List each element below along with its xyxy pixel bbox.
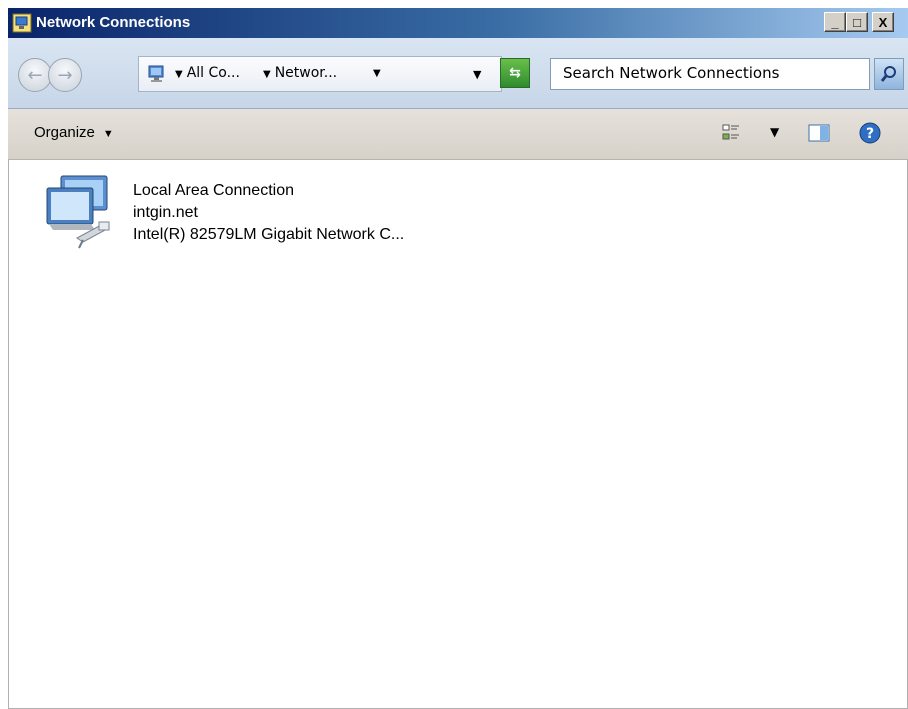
network-adapter-icon (46, 175, 110, 249)
views-dropdown-icon[interactable]: ▼ (770, 125, 779, 139)
preview-pane-icon[interactable] (808, 123, 830, 143)
forward-arrow-icon: → (57, 64, 73, 86)
command-bar: Organize ▼ ▼ ? (8, 109, 908, 160)
back-arrow-icon: ← (27, 64, 43, 86)
network-connections-icon (12, 13, 32, 33)
svg-text:?: ? (866, 126, 874, 142)
search-button[interactable] (874, 58, 904, 90)
forward-button[interactable]: → (48, 58, 82, 92)
chevron-down-icon: ▼ (175, 69, 183, 80)
item-adapter: Intel(R) 82579LM Gigabit Network C... (133, 226, 405, 243)
close-button[interactable]: X (872, 12, 894, 32)
breadcrumb-item-control-panel[interactable]: ▼ All Co... (175, 65, 240, 81)
window-title: Network Connections (36, 14, 191, 31)
refresh-button[interactable]: ⇆ (500, 58, 530, 88)
list-item[interactable]: Local Area Connection intgin.net Intel(R… (43, 174, 603, 264)
item-network: intgin.net (133, 204, 198, 221)
address-bar: ← → ▼ All Co... ▼ Networ... ▼ ▼ ⇆ Search… (8, 38, 908, 109)
item-name: Local Area Connection (133, 182, 294, 199)
views-icon[interactable] (722, 123, 740, 143)
breadcrumb-label: All Co... (186, 65, 240, 81)
maximize-button[interactable]: □ (846, 12, 868, 32)
breadcrumb[interactable]: ▼ All Co... ▼ Networ... ▼ ▼ (138, 56, 502, 92)
address-history-dropdown-icon[interactable]: ▼ (473, 68, 481, 81)
back-button[interactable]: ← (18, 58, 52, 92)
breadcrumb-item-network[interactable]: ▼ Networ... (263, 65, 337, 81)
chevron-down-icon: ▼ (102, 128, 114, 140)
search-placeholder: Search Network Connections (563, 64, 780, 82)
organize-button[interactable]: Organize ▼ (34, 124, 114, 141)
chevron-down-icon[interactable]: ▼ (373, 68, 381, 79)
file-list: Local Area Connection intgin.net Intel(R… (8, 160, 908, 709)
explorer-window: Network Connections _ □ X ← → ▼ All Co...… (8, 8, 908, 709)
search-icon (880, 66, 896, 82)
network-folder-icon (148, 65, 164, 82)
breadcrumb-label: Networ... (274, 65, 338, 81)
title-bar: Network Connections _ □ X (8, 8, 908, 38)
search-input[interactable]: Search Network Connections (550, 58, 870, 90)
organize-label: Organize (34, 124, 95, 141)
chevron-down-icon: ▼ (263, 69, 271, 80)
help-icon[interactable]: ? (858, 121, 882, 145)
minimize-button[interactable]: _ (824, 12, 846, 32)
refresh-icon: ⇆ (509, 65, 521, 81)
item-details: Local Area Connection intgin.net Intel(R… (133, 180, 404, 246)
